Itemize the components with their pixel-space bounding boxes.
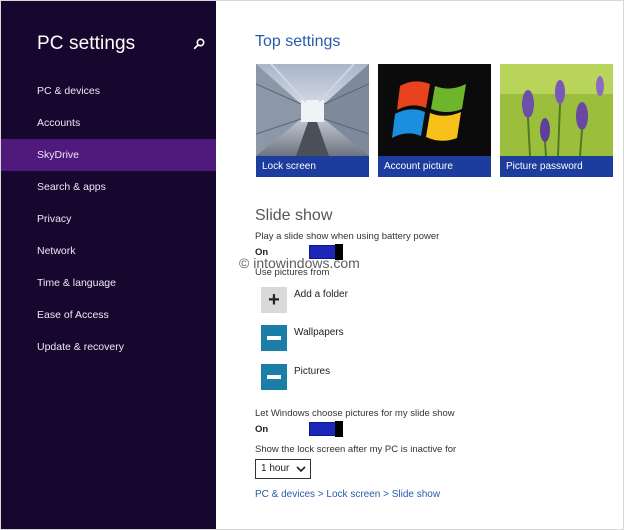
- search-icon[interactable]: [193, 38, 205, 50]
- tile-lock-screen[interactable]: Lock screen: [256, 64, 369, 177]
- sidebar-title: PC settings: [37, 33, 136, 54]
- sidebar-item-label: PC & devices: [37, 85, 101, 97]
- tile-picture-password[interactable]: Picture password: [500, 64, 613, 177]
- sidebar-item-update-recovery[interactable]: Update & recovery: [1, 331, 216, 363]
- sidebar-item-accounts[interactable]: Accounts: [1, 107, 216, 139]
- main-content: Top settings Lock screen Account picture…: [216, 1, 622, 529]
- toggle-thumb: [335, 421, 343, 437]
- sidebar-item-privacy[interactable]: Privacy: [1, 203, 216, 235]
- inactive-timeout-select[interactable]: 1 hour: [255, 459, 311, 479]
- folder-icon: [261, 364, 287, 390]
- top-settings-heading: Top settings: [255, 33, 341, 50]
- windows-choose-label: Let Windows choose pictures for my slide…: [255, 408, 455, 419]
- sidebar-item-skydrive[interactable]: SkyDrive: [1, 139, 216, 171]
- sidebar-item-label: Accounts: [37, 117, 81, 129]
- tile-account-picture[interactable]: Account picture: [378, 64, 491, 177]
- subway-train-photo: [256, 64, 369, 156]
- sidebar-item-label: Update & recovery: [37, 341, 124, 353]
- inactive-timeout-label: Show the lock screen after my PC is inac…: [255, 444, 457, 455]
- sidebar-item-ease-of-access[interactable]: Ease of Access: [1, 299, 216, 331]
- add-folder-label: Add a folder: [294, 289, 348, 300]
- watermark-text: © intowindows.com: [239, 255, 360, 271]
- sidebar-item-label: Network: [37, 245, 76, 257]
- windows-choose-toggle[interactable]: [309, 421, 343, 437]
- sidebar-item-label: Ease of Access: [37, 309, 109, 321]
- sidebar-item-label: Search & apps: [37, 181, 106, 193]
- sidebar: PC settings PC & devices Accounts SkyDri…: [1, 1, 216, 529]
- sidebar-item-time-language[interactable]: Time & language: [1, 267, 216, 299]
- sidebar-item-label: Privacy: [37, 213, 72, 225]
- tile-caption: Picture password: [500, 156, 613, 177]
- windows-choose-state: On: [255, 424, 269, 435]
- windows-logo-icon: [378, 64, 491, 156]
- plus-icon: +: [261, 287, 287, 313]
- sidebar-item-label: Time & language: [37, 277, 116, 289]
- folder-icon: [261, 325, 287, 351]
- slide-show-heading: Slide show: [255, 207, 333, 224]
- folder-name: Wallpapers: [294, 327, 344, 338]
- breadcrumb[interactable]: PC & devices > Lock screen > Slide show: [255, 489, 440, 500]
- tile-caption: Account picture: [378, 156, 491, 177]
- folder-name: Pictures: [294, 366, 331, 377]
- sidebar-item-search-apps[interactable]: Search & apps: [1, 171, 216, 203]
- sidebar-item-label: SkyDrive: [37, 149, 80, 161]
- tile-caption: Lock screen: [256, 156, 369, 177]
- lavender-flowers-photo: [500, 64, 613, 156]
- chevron-down-icon: [296, 466, 306, 473]
- select-value: 1 hour: [261, 463, 290, 474]
- battery-slideshow-label: Play a slide show when using battery pow…: [255, 231, 440, 242]
- sidebar-item-network[interactable]: Network: [1, 235, 216, 267]
- sidebar-item-pc-devices[interactable]: PC & devices: [1, 75, 216, 107]
